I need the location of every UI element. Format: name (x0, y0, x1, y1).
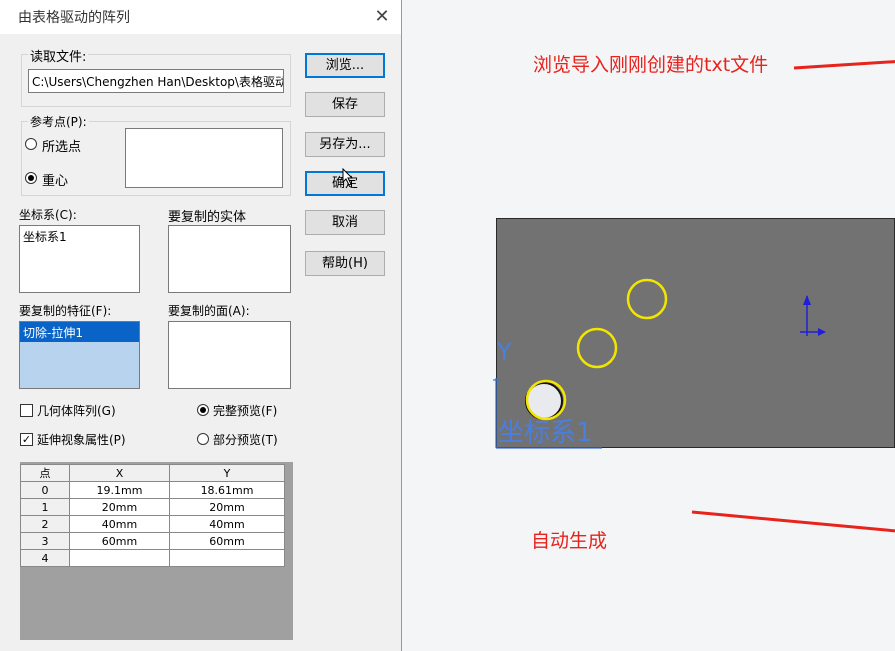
points-table[interactable]: 点 X Y 0 19.1mm 18.61mm 1 20mm 20mm 2 40m… (20, 464, 285, 567)
row-index: 2 (20, 515, 70, 533)
cell-x[interactable]: 20mm (68, 498, 171, 516)
dialog-title: 由表格驱动的阵列 (18, 10, 130, 26)
table-row[interactable]: 1 20mm 20mm (20, 498, 285, 516)
cell-x[interactable]: 40mm (68, 515, 171, 533)
ref-point-list[interactable] (125, 128, 283, 188)
auto-annotation: 自动生成 (531, 530, 608, 552)
read-file-label: 读取文件: (28, 46, 89, 65)
radio-selected-point[interactable]: 所选点 (25, 136, 125, 155)
radio-partial-preview[interactable]: 部分预览(T) (197, 431, 297, 449)
annotation-arrow-browse (793, 60, 895, 70)
radio-circle[interactable] (25, 138, 37, 150)
coord-system-label: 坐标系1 (498, 418, 593, 448)
bodies-label: 要复制的实体 (168, 210, 247, 225)
file-path-value: C:\Users\Chengzhen Han\Desktop\表格驱动阵 (32, 75, 284, 89)
propagate-visual-label: 延伸视象属性(P) (37, 433, 126, 447)
header-y: Y (169, 464, 285, 482)
row-index: 4 (20, 549, 70, 567)
row-index: 3 (20, 532, 70, 550)
mouse-cursor-icon (342, 168, 354, 186)
points-table-area[interactable]: 点 X Y 0 19.1mm 18.61mm 1 20mm 20mm 2 40m… (20, 462, 293, 640)
table-row[interactable]: 3 60mm 60mm (20, 532, 285, 550)
radio-circle[interactable] (197, 433, 209, 445)
feature-item-label: 切除-拉伸1 (23, 326, 83, 340)
cell-x[interactable] (68, 549, 171, 567)
triad-arrow-up (803, 295, 811, 305)
help-button[interactable]: 帮助(H) (305, 251, 385, 276)
coord-system-list[interactable]: 坐标系1 (19, 225, 140, 293)
coord-system-label: 坐标系(C): (19, 208, 77, 222)
title-bar: 由表格驱动的阵列 ✕ (0, 0, 401, 34)
save-as-button[interactable]: 另存为... (305, 132, 385, 157)
geometry-pattern-checkbox[interactable]: 几何体阵列(G) (20, 402, 160, 420)
hole-circle (576, 327, 618, 369)
cancel-button[interactable]: 取消 (305, 210, 385, 235)
axis-y-label: Y (497, 338, 512, 366)
header-point: 点 (20, 464, 70, 482)
save-button[interactable]: 保存 (305, 92, 385, 117)
bodies-list[interactable] (168, 225, 291, 293)
row-index: 1 (20, 498, 70, 516)
table-pattern-dialog: 由表格驱动的阵列 ✕ 读取文件: C:\Users\Chengzhen Han\… (0, 0, 402, 651)
browse-annotation: 浏览导入刚刚创建的txt文件 (533, 54, 769, 76)
radio-selected-point-label: 所选点 (42, 140, 82, 155)
geometry-pattern-label: 几何体阵列(G) (37, 404, 116, 418)
features-label: 要复制的特征(F): (19, 304, 112, 318)
faces-list[interactable] (168, 321, 291, 389)
table-header-row: 点 X Y (20, 464, 285, 482)
viewport-overlay (493, 60, 895, 533)
cell-y[interactable] (169, 549, 285, 567)
browse-button[interactable]: 浏览... (305, 53, 385, 78)
cell-y[interactable]: 18.61mm (169, 481, 285, 499)
propagate-visual-checkbox[interactable]: ✓ 延伸视象属性(P) (20, 431, 160, 449)
checkbox-box[interactable] (20, 404, 33, 417)
features-list[interactable]: 切除-拉伸1 (19, 321, 140, 389)
partial-preview-label: 部分预览(T) (213, 433, 278, 447)
cell-y[interactable]: 40mm (169, 515, 285, 533)
ref-point-label: 参考点(P): (28, 113, 89, 130)
cell-y[interactable]: 60mm (169, 532, 285, 550)
cell-x[interactable]: 60mm (68, 532, 171, 550)
close-icon[interactable]: ✕ (371, 6, 393, 28)
radio-circle-checked[interactable] (25, 172, 37, 184)
feature-item-selected[interactable]: 切除-拉伸1 (20, 322, 139, 342)
table-row[interactable]: 4 (20, 549, 285, 567)
checkbox-checked[interactable]: ✓ (20, 433, 33, 446)
header-x: X (68, 464, 171, 482)
table-row[interactable]: 0 19.1mm 18.61mm (20, 481, 285, 499)
radio-full-preview[interactable]: 完整预览(F) (197, 402, 297, 420)
radio-centroid-label: 重心 (42, 174, 69, 189)
file-path-field[interactable]: C:\Users\Chengzhen Han\Desktop\表格驱动阵 (28, 69, 284, 93)
cell-y[interactable]: 20mm (169, 498, 285, 516)
cell-x[interactable]: 19.1mm (68, 481, 171, 499)
full-preview-label: 完整预览(F) (213, 404, 278, 418)
faces-label: 要复制的面(A): (168, 304, 250, 318)
radio-centroid[interactable]: 重心 (25, 170, 125, 189)
row-index: 0 (20, 481, 70, 499)
annotation-arrow-auto (691, 510, 895, 533)
coord-system-item[interactable]: 坐标系1 (23, 228, 67, 245)
table-row[interactable]: 2 40mm 40mm (20, 515, 285, 533)
radio-circle-checked[interactable] (197, 404, 209, 416)
hole-circle (626, 278, 668, 320)
triad-arrow-right (818, 328, 826, 336)
